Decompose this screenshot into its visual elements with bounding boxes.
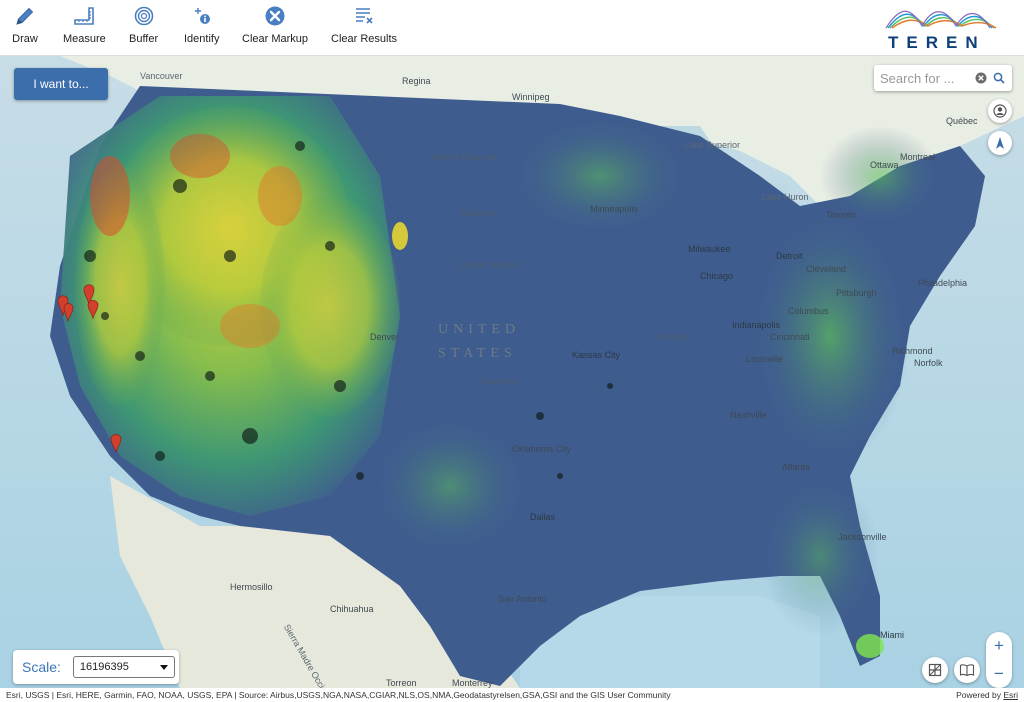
identify-icon (189, 4, 215, 28)
teren-logo-text: TEREN (888, 33, 986, 52)
locate-me-button[interactable] (988, 99, 1012, 123)
close-circle-icon (262, 4, 288, 28)
label-kansas-city: Kansas City (572, 350, 621, 360)
powered-by-prefix: Powered by (956, 690, 1004, 700)
label-denver: Denver (370, 332, 400, 342)
measure-tool-label: Measure (63, 33, 106, 45)
label-great-plains: Great Plains (460, 260, 522, 270)
pencil-icon (12, 4, 38, 28)
ruler-icon (71, 4, 97, 28)
bookmarks-button[interactable] (954, 657, 980, 683)
label-cincinnati: Cincinnati (770, 332, 810, 342)
chevron-down-icon (159, 664, 168, 670)
label-kansas: Kansas (482, 376, 519, 386)
label-oklahoma-city: Oklahoma City (512, 444, 572, 454)
label-louisville: Louisville (746, 354, 784, 364)
label-richmond: Richmond (892, 346, 933, 356)
label-miami: Miami (880, 630, 904, 640)
main-toolbar: Draw Measure Buffer Identify Clear Marku… (0, 0, 1024, 56)
label-lake-superior: Lake Superior (684, 140, 741, 150)
user-location-icon (993, 104, 1007, 118)
label-milwaukee: Milwaukee (688, 244, 731, 254)
label-indianapolis: Indianapolis (732, 320, 781, 330)
clear-search-icon[interactable] (972, 69, 990, 87)
clear-markup-label: Clear Markup (242, 33, 309, 45)
open-book-icon (959, 664, 975, 677)
compass-north-icon (996, 137, 1004, 149)
label-hermosillo: Hermosillo (230, 582, 273, 592)
esri-link[interactable]: Esri (1003, 690, 1018, 700)
draw-tool-button[interactable]: Draw (12, 4, 38, 52)
label-monterrey: Monterrey (452, 678, 493, 688)
label-regina: Regina (402, 76, 431, 86)
clear-list-icon (351, 4, 377, 28)
label-chihuahua: Chihuahua (330, 604, 374, 614)
label-pittsburgh: Pittsburgh (836, 288, 877, 298)
label-jacksonville: Jacksonville (838, 532, 887, 542)
label-montreal: Montreal (900, 152, 936, 162)
scale-label: Scale: (22, 659, 61, 675)
buffer-rings-icon (131, 4, 157, 28)
clear-results-label: Clear Results (331, 33, 398, 45)
label-toronto: Toronto (826, 210, 857, 220)
label-lake-huron: Lake Huron (762, 192, 809, 202)
label-dakota: Dakota (462, 208, 497, 218)
scale-control: Scale: 16196395 (13, 650, 179, 684)
identify-tool-label: Identify (184, 33, 220, 45)
label-vancouver: Vancouver (140, 71, 183, 81)
label-quebec: Québec (946, 116, 978, 126)
label-cleveland: Cleveland (806, 264, 847, 274)
label-detroit: Detroit (776, 251, 803, 261)
zoom-control: + − (986, 632, 1012, 688)
buffer-tool-label: Buffer (129, 33, 159, 45)
clear-results-button[interactable]: Clear Results (331, 4, 397, 52)
label-country-united: UNITED (438, 322, 521, 337)
measure-tool-button[interactable]: Measure (63, 4, 106, 52)
zoom-out-button[interactable]: − (986, 660, 1012, 688)
attribution-text: Esri, USGS | Esri, HERE, Garmin, FAO, NO… (6, 690, 671, 700)
identify-tool-button[interactable]: Identify (184, 4, 219, 52)
label-philadelphia: Philadelphia (918, 278, 968, 288)
zoom-in-button[interactable]: + (986, 632, 1012, 660)
attribution-bar: Esri, USGS | Esri, HERE, Garmin, FAO, NO… (0, 688, 1024, 702)
label-san-antonio: San Antonio (498, 594, 547, 604)
label-nashville: Nashville (730, 410, 767, 420)
powered-by: Powered by Esri (956, 690, 1018, 700)
buffer-tool-button[interactable]: Buffer (129, 4, 158, 52)
label-chicago: Chicago (700, 271, 734, 281)
label-norfolk: Norfolk (914, 358, 943, 368)
label-north-dakota: North Dakota (432, 152, 498, 162)
i-want-to-button[interactable]: I want to... (14, 68, 108, 100)
draw-tool-label: Draw (12, 33, 38, 45)
basemap-gallery-icon (928, 663, 942, 677)
north-arrow-button[interactable] (988, 131, 1012, 155)
label-atlanta: Atlanta (782, 462, 811, 472)
search-input[interactable] (880, 70, 972, 86)
search-box (874, 65, 1012, 91)
map-view[interactable]: Vancouver Regina Winnipeg Québec Ottawa … (0, 56, 1024, 688)
search-icon[interactable] (990, 69, 1008, 87)
label-illinois: Illinois (656, 332, 690, 342)
scale-select[interactable]: 16196395 (72, 656, 175, 678)
label-ottawa: Ottawa (870, 160, 899, 170)
label-winnipeg: Winnipeg (512, 92, 550, 102)
label-torreon: Torreon (386, 678, 417, 688)
clear-markup-button[interactable]: Clear Markup (242, 4, 308, 52)
label-dallas: Dallas (530, 512, 556, 522)
label-columbus: Columbus (788, 306, 829, 316)
label-country-states: STATES (438, 346, 517, 361)
label-minneapolis: Minneapolis (590, 204, 639, 214)
scale-value: 16196395 (79, 661, 129, 673)
basemap-toggle-button[interactable] (922, 657, 948, 683)
